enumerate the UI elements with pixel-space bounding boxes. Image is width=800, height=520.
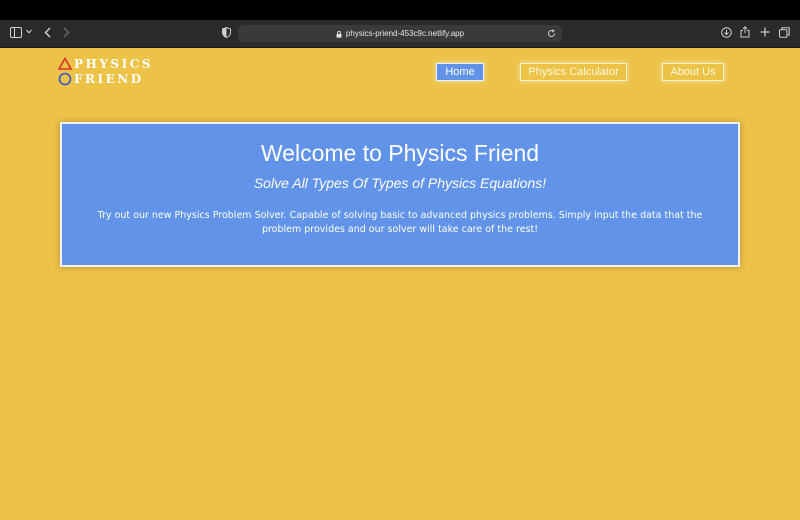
tabs-overview-icon[interactable]	[779, 27, 790, 38]
logo-line-physics: PHYSICS	[74, 57, 153, 71]
nav-home-button[interactable]: Home	[436, 63, 484, 81]
reload-icon[interactable]	[547, 29, 556, 38]
chevron-down-icon[interactable]	[26, 29, 32, 34]
forward-icon[interactable]	[62, 27, 70, 38]
welcome-subtitle: Solve All Types Of Types of Physics Equa…	[253, 175, 547, 191]
back-icon[interactable]	[44, 27, 52, 38]
sidebar-icon[interactable]	[10, 27, 22, 38]
lock-icon	[336, 30, 342, 38]
url-text: physics-priend-453c9c.netlify.app	[345, 29, 465, 38]
address-bar[interactable]: physics-priend-453c9c.netlify.app	[238, 25, 562, 42]
share-icon[interactable]	[740, 26, 750, 38]
welcome-card: Welcome to Physics Friend Solve All Type…	[60, 122, 740, 267]
welcome-description: Try out our new Physics Problem Solver. …	[97, 210, 703, 235]
site-logo[interactable]: PHYSICS FRIEND	[58, 57, 158, 89]
logo-line-friend: FRIEND	[74, 72, 144, 86]
new-tab-icon[interactable]	[760, 27, 770, 37]
logo-shapes-icon	[58, 57, 73, 86]
welcome-title: Welcome to Physics Friend	[260, 140, 540, 166]
download-icon[interactable]	[721, 27, 732, 38]
shield-icon[interactable]	[222, 27, 231, 38]
window-top-strip	[0, 0, 800, 20]
browser-toolbar: physics-priend-453c9c.netlify.app	[0, 20, 800, 48]
nav-about-us-button[interactable]: About Us	[662, 63, 724, 81]
nav-physics-calculator-button[interactable]: Physics Calculator	[520, 63, 627, 81]
